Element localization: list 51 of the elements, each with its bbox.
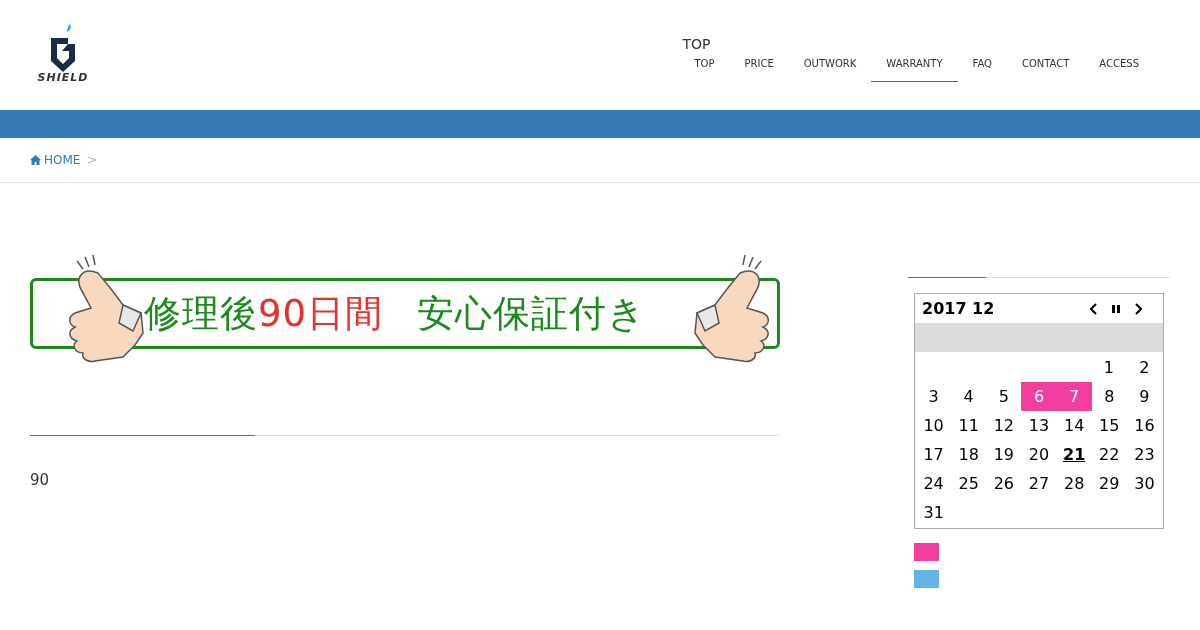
calendar-day[interactable]: 28 (1056, 469, 1092, 498)
nav-link[interactable]: PRICE (729, 50, 789, 82)
calendar-day[interactable]: 31 (916, 498, 952, 527)
chevron-right-icon[interactable] (1134, 302, 1142, 315)
nav-link[interactable]: FAQ (957, 50, 1007, 82)
calendar-day[interactable]: 8 (1091, 382, 1127, 411)
calendar-day[interactable]: 11 (951, 411, 987, 440)
shield-logo-icon (48, 23, 78, 72)
nav-link[interactable]: WARRANTY (871, 50, 958, 82)
calendar-day[interactable]: 6 (1021, 382, 1057, 411)
calendar-day[interactable]: 1 (1091, 353, 1127, 382)
chevron-left-icon[interactable] (1090, 302, 1098, 315)
banner-title: 修理後90日間 安心保証付き (143, 295, 647, 332)
calendar-day[interactable]: 4 (951, 382, 987, 411)
logo[interactable]: SHIELD (30, 23, 96, 83)
calendar-day[interactable]: 15 (1091, 411, 1127, 440)
nav-link[interactable]: CONTACT (1006, 50, 1085, 82)
calendar-day[interactable]: 14 (1056, 411, 1092, 440)
calendar-day[interactable]: 10 (916, 411, 952, 440)
body-text: 90 (30, 470, 51, 491)
nav-link[interactable]: ACCESS (1084, 50, 1154, 82)
calendar-day[interactable]: 16 (1126, 411, 1162, 440)
calendar-day[interactable]: 3 (916, 382, 952, 411)
calendar-day[interactable]: 2 (1126, 353, 1162, 382)
calendar-day[interactable]: 17 (916, 440, 952, 469)
calendar-day[interactable]: 29 (1091, 469, 1127, 498)
nav-link[interactable]: TOP (679, 50, 730, 82)
calendar-day[interactable]: 27 (1021, 469, 1057, 498)
calendar-day[interactable]: 19 (986, 440, 1022, 469)
calendar-day[interactable]: 12 (986, 411, 1022, 440)
home-icon (30, 155, 41, 165)
calendar-day[interactable]: 20 (1021, 440, 1057, 469)
pause-icon[interactable] (1112, 304, 1120, 313)
calendar-day[interactable]: 18 (951, 440, 987, 469)
nav-caption: TOP (682, 36, 712, 51)
calendar-day[interactable]: 7 (1056, 382, 1092, 411)
calendar-day[interactable]: 13 (1021, 411, 1057, 440)
home-link[interactable]: HOME (30, 151, 81, 169)
calendar-day[interactable]: 23 (1126, 440, 1162, 469)
calendar-title: 2017 12 (922, 297, 995, 320)
calendar-day[interactable]: 24 (916, 469, 952, 498)
logo-text: SHIELD (37, 71, 89, 83)
breadcrumb-separator: > (86, 151, 98, 170)
calendar-day[interactable]: 26 (986, 469, 1022, 498)
calendar-day[interactable]: 21 (1056, 440, 1092, 469)
calendar-day[interactable]: 25 (951, 469, 987, 498)
nav-link[interactable]: OUTWORK (788, 50, 872, 82)
calendar-day[interactable]: 9 (1126, 382, 1162, 411)
calendar-day[interactable]: 22 (1091, 440, 1127, 469)
calendar-day[interactable]: 5 (986, 382, 1022, 411)
calendar-day[interactable]: 30 (1126, 469, 1162, 498)
